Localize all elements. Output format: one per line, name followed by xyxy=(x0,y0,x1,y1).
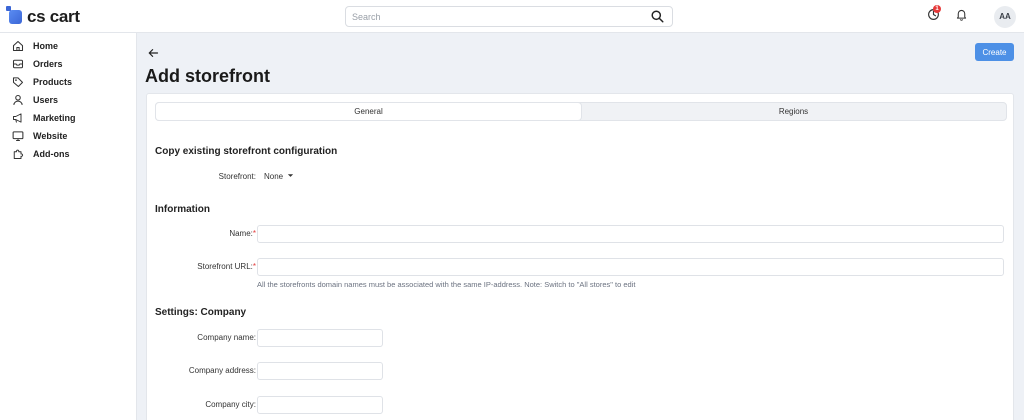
company-name-label: Company name: xyxy=(197,333,256,342)
information-heading: Information xyxy=(155,204,210,215)
sidebar-item-label: Home xyxy=(33,41,59,51)
sidebar-item-label: Orders xyxy=(33,59,63,69)
top-bar: cs cart 1 AA xyxy=(0,0,1024,33)
logo-text: cs cart xyxy=(27,7,80,26)
back-button[interactable] xyxy=(147,46,159,64)
copy-config-heading: Copy existing storefront configuration xyxy=(155,146,338,157)
notification-badge: 1 xyxy=(933,5,941,13)
avatar[interactable]: AA xyxy=(994,6,1016,28)
company-address-label: Company address: xyxy=(188,366,256,375)
monitor-icon xyxy=(11,130,24,143)
sidebar-item-marketing[interactable]: Marketing xyxy=(0,109,136,127)
puzzle-icon xyxy=(11,148,24,161)
company-settings-heading: Settings: Company xyxy=(155,307,247,318)
company-city-field[interactable] xyxy=(257,396,383,414)
create-button[interactable]: Create xyxy=(975,43,1014,61)
caret-down-icon xyxy=(288,174,294,177)
required-mark: * xyxy=(252,229,256,238)
logo[interactable]: cs cart xyxy=(6,6,80,27)
logo-mark xyxy=(6,6,22,24)
company-name-field[interactable] xyxy=(257,329,383,347)
search-icon[interactable] xyxy=(651,10,664,23)
home-icon xyxy=(11,40,24,53)
required-mark: * xyxy=(252,262,256,271)
sidebar-item-users[interactable]: Users xyxy=(0,91,136,109)
name-label: Name:* xyxy=(229,229,256,238)
company-city-label: Company city: xyxy=(205,400,256,409)
alerts-button[interactable] xyxy=(955,8,968,26)
notifications-button[interactable]: 1 xyxy=(927,5,941,26)
storefront-url-label: Storefront URL:* xyxy=(197,262,256,271)
sidebar-item-orders[interactable]: Orders xyxy=(0,55,136,73)
search-box xyxy=(345,6,673,27)
sidebar-item-label: Products xyxy=(33,77,73,87)
main-content: Add storefront Create General Regions Co… xyxy=(137,33,1024,420)
orders-icon xyxy=(11,58,24,71)
sidebar: Home Orders Products Users Marketing Web… xyxy=(0,33,137,420)
top-icons: 1 AA xyxy=(924,0,1024,33)
tab-general[interactable]: General xyxy=(156,103,581,120)
storefront-url-field[interactable] xyxy=(257,258,1004,276)
company-address-field[interactable] xyxy=(257,362,383,380)
user-icon xyxy=(11,94,24,107)
search-input[interactable] xyxy=(346,7,636,27)
storefront-select-value: None xyxy=(264,172,284,181)
name-field[interactable] xyxy=(257,225,1004,243)
sidebar-item-label: Website xyxy=(33,131,68,141)
sidebar-item-label: Users xyxy=(33,95,59,105)
storefront-label: Storefront: xyxy=(218,172,256,181)
form-panel: General Regions Copy existing storefront… xyxy=(146,93,1014,420)
sidebar-item-products[interactable]: Products xyxy=(0,73,136,91)
tab-bar: General Regions xyxy=(155,102,1007,121)
storefront-url-label-text: Storefront URL: xyxy=(197,262,253,271)
name-label-text: Name: xyxy=(229,229,253,238)
storefront-url-hint: All the storefronts domain names must be… xyxy=(257,280,636,289)
page-title: Add storefront xyxy=(145,66,270,86)
sidebar-item-addons[interactable]: Add-ons xyxy=(0,145,136,163)
bell-icon xyxy=(956,9,967,21)
sidebar-item-home[interactable]: Home xyxy=(0,37,136,55)
sidebar-item-label: Add-ons xyxy=(33,149,70,159)
sidebar-item-label: Marketing xyxy=(33,113,76,123)
sidebar-item-website[interactable]: Website xyxy=(0,127,136,145)
tab-regions[interactable]: Regions xyxy=(581,103,1006,120)
storefront-select[interactable]: None xyxy=(264,172,294,181)
megaphone-icon xyxy=(11,112,24,125)
tag-icon xyxy=(11,76,24,89)
arrow-left-icon xyxy=(148,49,159,57)
